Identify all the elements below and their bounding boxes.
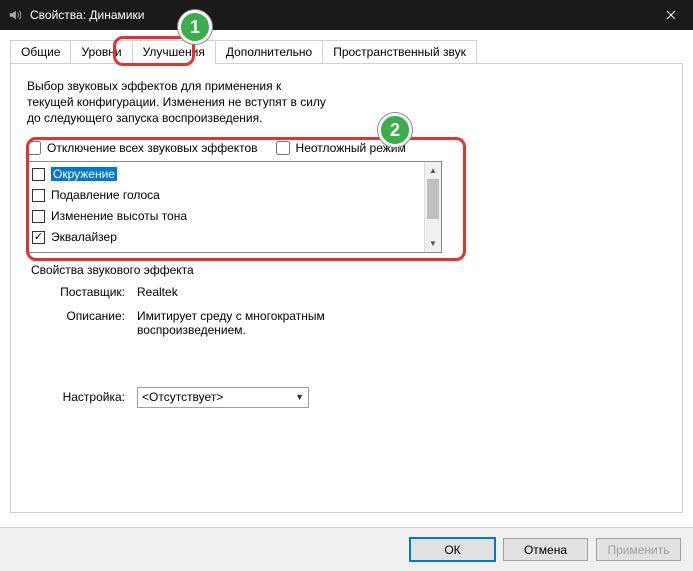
effect-properties: Поставщик: Realtek Описание: Имитирует с… [27, 285, 666, 337]
title-bar: Свойства: Динамики [0, 0, 693, 30]
intro-text: Выбор звуковых эффектов для применения к… [27, 78, 327, 127]
tab-general[interactable]: Общие [10, 40, 71, 63]
description-value: Имитирует среду с многократным воспроизв… [137, 309, 367, 337]
tab-advanced[interactable]: Дополнительно [215, 40, 323, 63]
immediate-mode-input[interactable] [276, 141, 290, 155]
apply-button[interactable]: Применить [596, 538, 681, 561]
window-title: Свойства: Динамики [30, 8, 648, 22]
checkbox-icon[interactable] [32, 231, 45, 244]
effect-label: Окружение [51, 167, 117, 181]
callout-2: 2 [378, 113, 412, 147]
chevron-down-icon: ▼ [295, 392, 304, 402]
tab-strip: Общие Уровни Улучшения Дополнительно Про… [10, 40, 683, 63]
description-label: Описание: [27, 309, 137, 337]
scroll-up-icon[interactable]: ▲ [425, 162, 441, 179]
dialog-body: Общие Уровни Улучшения Дополнительно Про… [0, 30, 693, 513]
disable-all-checkbox[interactable]: Отключение всех звуковых эффектов [27, 141, 258, 155]
effect-label: Эквалайзер [51, 230, 117, 244]
provider-value: Realtek [137, 285, 178, 299]
checkbox-icon[interactable] [32, 210, 45, 223]
callout-1: 1 [178, 10, 212, 44]
list-item[interactable]: Подавление голоса [32, 185, 420, 206]
scroll-thumb[interactable] [427, 179, 439, 219]
disable-all-label: Отключение всех звуковых эффектов [47, 141, 258, 155]
checkbox-icon[interactable] [32, 189, 45, 202]
tab-enhancements[interactable]: Улучшения [132, 40, 216, 64]
close-button[interactable] [648, 0, 693, 30]
list-item[interactable]: Изменение высоты тона [32, 206, 420, 227]
button-bar: ОК Отмена Применить [0, 527, 693, 571]
scrollbar[interactable]: ▲ ▼ [424, 162, 441, 252]
effect-label: Подавление голоса [51, 188, 160, 202]
ok-button[interactable]: ОК [410, 538, 495, 561]
settings-combobox[interactable]: <Отсутствует> ▼ [137, 387, 309, 408]
effects-listbox[interactable]: Окружение Подавление голоса Изменение вы… [27, 161, 442, 253]
top-options: Отключение всех звуковых эффектов Неотло… [27, 141, 666, 155]
scroll-down-icon[interactable]: ▼ [425, 235, 441, 252]
effect-label: Изменение высоты тона [51, 209, 187, 223]
tab-levels[interactable]: Уровни [70, 40, 132, 63]
tab-spatial[interactable]: Пространственный звук [322, 40, 477, 63]
effect-properties-title: Свойства звукового эффекта [31, 263, 666, 277]
list-item[interactable]: Эквалайзер [32, 227, 420, 248]
settings-value: <Отсутствует> [142, 390, 223, 404]
settings-row: Настройка: <Отсутствует> ▼ [27, 387, 666, 408]
checkbox-icon[interactable] [32, 168, 45, 181]
list-item[interactable]: Окружение [32, 164, 420, 185]
disable-all-input[interactable] [27, 141, 41, 155]
cancel-button[interactable]: Отмена [503, 538, 588, 561]
settings-label: Настройка: [27, 390, 137, 404]
speaker-icon [8, 8, 22, 22]
provider-label: Поставщик: [27, 285, 137, 299]
tab-panel-enhancements: Выбор звуковых эффектов для применения к… [10, 63, 683, 513]
